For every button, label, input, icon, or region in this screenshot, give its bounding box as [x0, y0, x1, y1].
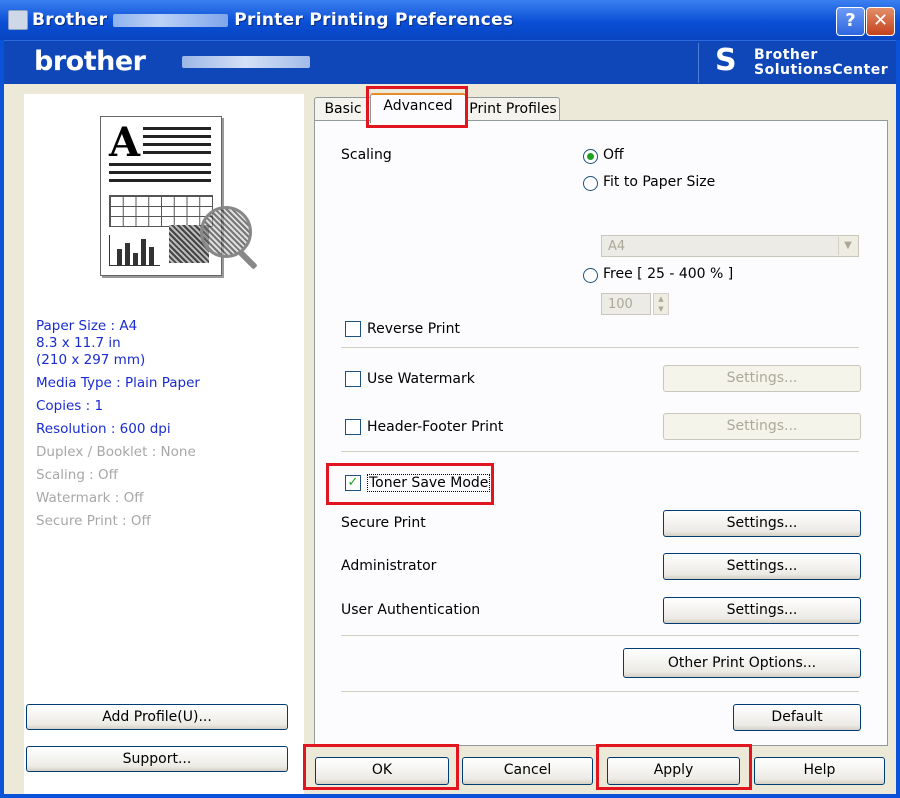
summary-resolution: Resolution : 600 dpi [36, 421, 171, 437]
preview-chart-bar [141, 239, 146, 265]
scaling-free-radio[interactable] [583, 268, 598, 283]
user-authentication-label: User Authentication [341, 602, 481, 618]
spinner-arrows-icon[interactable]: ▲ ▼ [653, 293, 669, 315]
preview-chart-bar [149, 247, 154, 265]
summary-paper-size: Paper Size : A4 8.3 x 11.7 in (210 x 297 m… [36, 318, 146, 368]
summary-watermark: Watermark : Off [36, 490, 144, 506]
tab-advanced[interactable]: Advanced [370, 93, 466, 123]
apply-button[interactable]: Apply [607, 757, 740, 785]
toner-save-checkbox[interactable]: ✓ [345, 475, 361, 491]
summary-copies: Copies : 1 [36, 398, 104, 414]
other-print-options-button[interactable]: Other Print Options... [623, 648, 861, 678]
reverse-print-checkbox[interactable] [345, 321, 361, 337]
preview-panel: A Paper Size : A4 8.3 x 11.7 in (210 x 2… [24, 94, 304, 794]
default-button[interactable]: Default [733, 704, 861, 731]
paper-size-select[interactable]: A4 ▼ [601, 235, 859, 257]
separator [341, 635, 859, 636]
use-watermark-label[interactable]: Use Watermark [367, 371, 475, 387]
summary-media-type: Media Type : Plain Paper [36, 375, 200, 391]
use-watermark-checkbox[interactable] [345, 371, 361, 387]
separator [341, 451, 859, 452]
redacted-model-name [113, 13, 229, 27]
header-footer-checkbox[interactable] [345, 419, 361, 435]
preview-text-line [143, 135, 211, 138]
settings-summary: Paper Size : A4 8.3 x 11.7 in (210 x 297 m… [36, 318, 200, 536]
preview-chart-bar [117, 249, 122, 265]
chevron-down-icon[interactable]: ▼ [838, 237, 857, 255]
reverse-print-label[interactable]: Reverse Print [367, 321, 460, 337]
preview-text-line [109, 179, 211, 182]
separator [341, 691, 859, 692]
paper-size-value: A4 [608, 239, 626, 254]
ok-button[interactable]: OK [315, 757, 449, 785]
title-prefix: Brother [32, 10, 108, 30]
secure-print-settings-button[interactable]: Settings... [663, 510, 861, 537]
dialog-client-area: A Paper Size : A4 8.3 x 11.7 in (210 x 2… [4, 84, 896, 794]
preview-text-line [109, 171, 211, 174]
scaling-label: Scaling [341, 147, 392, 163]
title-suffix: Printer Printing Preferences [234, 10, 514, 30]
brother-logo: brother [34, 46, 146, 77]
preview-text-line [143, 127, 211, 130]
header-footer-label[interactable]: Header-Footer Print [367, 419, 503, 435]
tab-basic[interactable]: Basic [314, 97, 372, 121]
add-profile-button[interactable]: Add Profile(U)... [26, 704, 288, 730]
administrator-settings-button[interactable]: Settings... [663, 553, 861, 580]
page-preview-image: A [100, 116, 222, 276]
preview-letter-glyph: A [109, 119, 141, 166]
preview-text-line [109, 163, 211, 166]
solutions-center-icon: S [715, 43, 737, 78]
toner-save-label[interactable]: Toner Save Mode [367, 474, 491, 492]
preview-chart-bar [125, 243, 130, 265]
preview-text-line [143, 143, 211, 146]
window-title: Brother Printer Printing Preferences [32, 10, 513, 30]
secure-print-label: Secure Print [341, 515, 426, 531]
scaling-fit-radio[interactable] [583, 176, 598, 191]
printer-preferences-window: Brother Printer Printing Preferences ? ✕ … [0, 0, 900, 798]
watermark-settings-button[interactable]: Settings... [663, 365, 861, 392]
solutions-line-2: SolutionsCenter [754, 62, 889, 78]
support-button[interactable]: Support... [26, 746, 288, 772]
solutions-center-label: Brother SolutionsCenter [754, 48, 888, 78]
scaling-fit-label[interactable]: Fit to Paper Size [603, 174, 715, 190]
free-scale-input[interactable]: 100 [601, 293, 651, 315]
header-footer-settings-button[interactable]: Settings... [663, 413, 861, 440]
summary-duplex: Duplex / Booklet : None [36, 444, 196, 460]
preview-text-line [143, 151, 211, 154]
separator [341, 347, 859, 348]
magnifier-icon [200, 206, 252, 258]
printer-icon [8, 10, 28, 30]
summary-scaling: Scaling : Off [36, 467, 118, 483]
cancel-button[interactable]: Cancel [462, 757, 593, 785]
close-button[interactable]: ✕ [866, 7, 895, 36]
help-title-button[interactable]: ? [836, 7, 865, 36]
solutions-line-1: Brother [754, 47, 818, 63]
title-bar[interactable]: Brother Printer Printing Preferences ? ✕ [0, 0, 900, 40]
preview-table-graphic [109, 195, 213, 227]
scaling-free-label[interactable]: Free [ 25 - 400 % ] [603, 266, 733, 282]
user-authentication-settings-button[interactable]: Settings... [663, 597, 861, 624]
advanced-tab-panel: Scaling Off Fit to Paper Size A4 ▼ Free … [314, 120, 888, 746]
magnifier-handle [237, 249, 258, 270]
brand-bar: brother S Brother SolutionsCenter [4, 40, 896, 85]
preview-chart-bar [133, 253, 138, 265]
redacted-model-label [182, 56, 310, 68]
scaling-off-radio[interactable] [583, 149, 598, 164]
administrator-label: Administrator [341, 558, 437, 574]
tab-print-profiles[interactable]: Print Profiles [466, 97, 560, 121]
scaling-off-label[interactable]: Off [603, 147, 624, 163]
help-button[interactable]: Help [754, 757, 885, 785]
summary-secure-print: Secure Print : Off [36, 513, 151, 529]
solutions-center-link[interactable]: S Brother SolutionsCenter [698, 43, 895, 83]
